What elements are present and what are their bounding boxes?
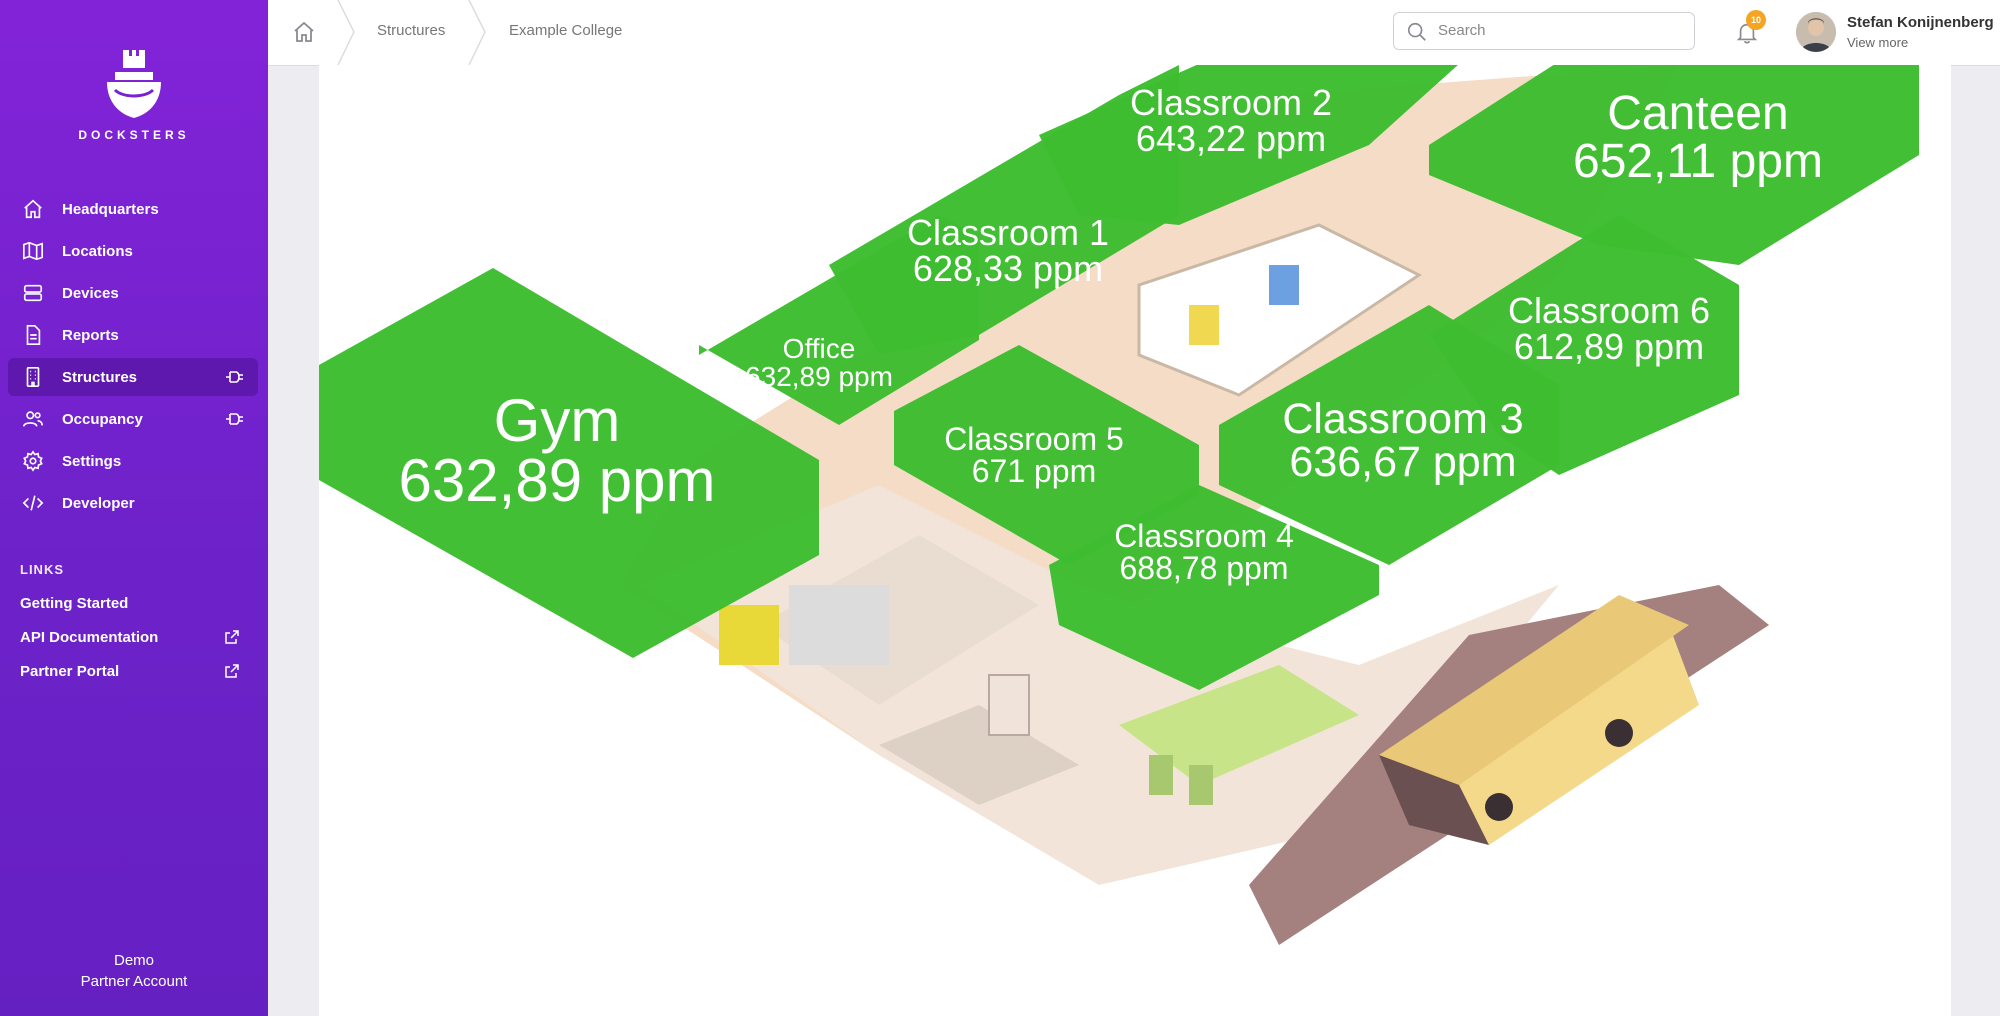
sidebar-item-label: Headquarters — [62, 200, 159, 218]
zone-value: 632,89 ppm — [745, 361, 893, 392]
external-link-icon — [224, 629, 240, 649]
zone-label-office[interactable]: Office 632,89 ppm — [745, 335, 893, 391]
plugin-icon — [224, 409, 244, 433]
link-label: Partner Portal — [20, 663, 120, 680]
account-name: Demo — [113, 952, 154, 969]
zone-name: Classroom 6 — [1507, 290, 1711, 331]
external-link-icon — [224, 663, 240, 683]
breadcrumb-separator-icon — [337, 0, 355, 65]
gear-icon — [21, 449, 45, 473]
zone-value: 612,89 ppm — [1513, 326, 1705, 367]
brand-name: DOCKSTERS — [78, 128, 190, 142]
zone-label-classroom-6[interactable]: Classroom 6 612,89 ppm — [1508, 293, 1710, 365]
structure-map: Classroom 2 643,22 ppm Canteen 652,11 pp… — [319, 65, 1951, 1016]
sidebar-nav: Headquarters Locations Devices Reports S… — [8, 190, 258, 526]
zone-name: Office — [782, 333, 856, 364]
sidebar-item-label: Locations — [62, 242, 133, 260]
sidebar-item-label: Developer — [62, 494, 135, 512]
sidebar-item-locations[interactable]: Locations — [8, 232, 258, 270]
zone-label-classroom-5[interactable]: Classroom 5 671 ppm — [944, 423, 1124, 487]
zone-label-classroom-2[interactable]: Classroom 2 643,22 ppm — [1130, 85, 1332, 157]
zone-value: 688,78 ppm — [1119, 550, 1289, 586]
zone-name: Classroom 1 — [906, 212, 1110, 253]
link-getting-started[interactable]: Getting Started — [20, 595, 240, 612]
zone-name: Gym — [493, 387, 621, 454]
zone-name: Classroom 3 — [1282, 395, 1524, 443]
search-input[interactable] — [1436, 21, 1680, 40]
breadcrumb-example-college[interactable]: Example College — [509, 22, 622, 39]
breadcrumb-structures[interactable]: Structures — [377, 22, 445, 39]
user-view-more-link[interactable]: View more — [1847, 35, 1908, 50]
home-icon — [21, 197, 45, 221]
zone-value: 632,89 ppm — [398, 447, 716, 514]
sidebar-item-developer[interactable]: Developer — [8, 484, 258, 522]
brand-logo[interactable]: DOCKSTERS — [0, 46, 268, 142]
links-heading: LINKS — [20, 562, 64, 577]
link-partner-portal[interactable]: Partner Portal — [20, 663, 240, 680]
account-type: Partner Account — [80, 973, 188, 990]
code-icon — [21, 491, 45, 515]
map-icon — [21, 239, 45, 263]
link-api-documentation[interactable]: API Documentation — [20, 629, 240, 646]
topbar: Structures Example College 10 Stefan Kon… — [268, 0, 2000, 66]
users-icon — [21, 407, 45, 431]
zone-value: 636,67 ppm — [1289, 438, 1517, 486]
zone-name: Classroom 4 — [1114, 518, 1294, 554]
sidebar-item-label: Structures — [62, 368, 138, 386]
zone-label-gym[interactable]: Gym 632,89 ppm — [399, 391, 716, 511]
sidebar-item-headquarters[interactable]: Headquarters — [8, 190, 258, 228]
ship-logo-icon — [107, 50, 161, 118]
plugin-icon — [224, 367, 244, 391]
devices-icon — [21, 281, 45, 305]
zone-label-classroom-3[interactable]: Classroom 3 636,67 ppm — [1282, 398, 1523, 484]
account-switcher[interactable]: Demo Partner Account — [0, 950, 268, 992]
link-label: Getting Started — [20, 595, 129, 612]
breadcrumb-home-icon[interactable] — [292, 20, 316, 49]
user-photo-icon — [1796, 12, 1836, 52]
sidebar-item-label: Devices — [62, 284, 119, 302]
zone-value: 671 ppm — [971, 453, 1097, 489]
avatar[interactable] — [1796, 12, 1836, 52]
zone-value: 643,22 ppm — [1135, 118, 1327, 159]
link-label: API Documentation — [20, 629, 159, 646]
zone-name: Canteen — [1607, 87, 1789, 140]
zone-label-canteen[interactable]: Canteen 652,11 ppm — [1573, 90, 1823, 186]
building-icon — [21, 365, 45, 389]
sidebar-item-occupancy[interactable]: Occupancy — [8, 400, 258, 438]
breadcrumb-separator-icon — [468, 0, 486, 65]
zone-name: Classroom 5 — [944, 421, 1124, 457]
report-icon — [21, 323, 45, 347]
notification-count-badge: 10 — [1746, 10, 1766, 30]
zone-name: Classroom 2 — [1129, 82, 1333, 123]
sidebar-item-reports[interactable]: Reports — [8, 316, 258, 354]
search-box[interactable] — [1393, 12, 1695, 50]
zone-value: 628,33 ppm — [912, 248, 1104, 289]
sidebar-item-label: Occupancy — [62, 410, 143, 428]
search-icon — [1406, 21, 1428, 48]
sidebar-item-structures[interactable]: Structures — [8, 358, 258, 396]
zone-label-classroom-4[interactable]: Classroom 4 688,78 ppm — [1114, 520, 1294, 584]
sidebar-item-devices[interactable]: Devices — [8, 274, 258, 312]
sidebar-item-settings[interactable]: Settings — [8, 442, 258, 480]
zone-label-classroom-1[interactable]: Classroom 1 628,33 ppm — [907, 215, 1109, 287]
user-name[interactable]: Stefan Konijnenberg — [1847, 14, 1994, 31]
sidebar: DOCKSTERS Headquarters Locations Devices… — [0, 0, 268, 1016]
zone-value: 652,11 ppm — [1573, 135, 1823, 188]
sidebar-item-label: Reports — [62, 326, 119, 344]
sidebar-item-label: Settings — [62, 452, 122, 470]
